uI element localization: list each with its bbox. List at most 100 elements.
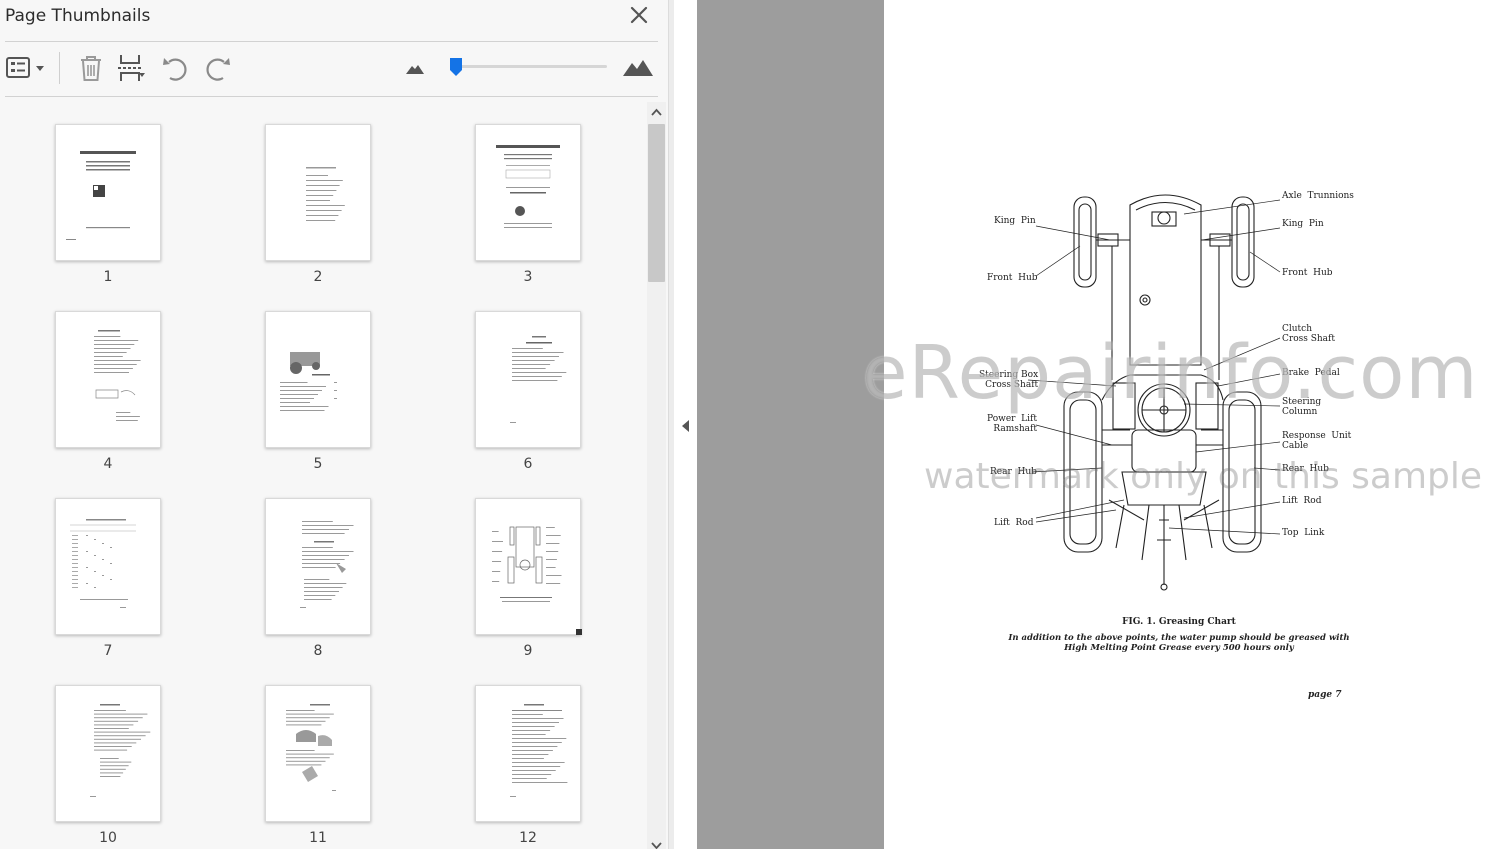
chevron-left-icon bbox=[682, 420, 689, 432]
page-thumbnail[interactable]: 6 bbox=[475, 311, 581, 472]
thumbnail-page-image[interactable] bbox=[475, 498, 581, 635]
trash-icon bbox=[81, 56, 101, 81]
thumbnail-page-number: 1 bbox=[103, 269, 113, 285]
thumbnail-page-number: 7 bbox=[103, 643, 113, 659]
thumbnail-page-image[interactable] bbox=[475, 124, 581, 261]
zoom-in-thumbnails-button[interactable] bbox=[622, 52, 654, 84]
panel-splitter[interactable] bbox=[668, 0, 674, 849]
close-panel-button[interactable] bbox=[626, 2, 652, 28]
page-thumbnail[interactable]: 8 bbox=[265, 498, 371, 659]
thumbnail-preview-graphic bbox=[496, 145, 560, 228]
figure-note: In addition to the above points, the wat… bbox=[899, 633, 1459, 653]
thumbnail-options-menu-button[interactable] bbox=[4, 52, 48, 84]
split-pages-icon bbox=[118, 55, 145, 81]
thumbnail-resize-handle[interactable] bbox=[576, 629, 582, 635]
page-thumbnail[interactable]: 10 bbox=[55, 685, 161, 846]
page-thumbnail[interactable]: 1 bbox=[55, 124, 161, 285]
thumbnail-size-slider-thumb[interactable] bbox=[449, 57, 463, 82]
page-thumbnails-panel: Page Thumbnails 1 2 3 4 5 6 7 8 9 10 11 … bbox=[0, 0, 668, 849]
page-thumbnail[interactable]: 3 bbox=[475, 124, 581, 285]
thumbnail-preview-graphic bbox=[510, 704, 568, 797]
scroll-up-icon[interactable] bbox=[651, 108, 662, 116]
close-icon bbox=[630, 6, 648, 24]
page-thumbnail[interactable]: 12 bbox=[475, 685, 581, 846]
thumbnail-page-image[interactable] bbox=[265, 498, 371, 635]
thumbnail-grid: 1 2 3 4 5 6 7 8 9 10 11 12 bbox=[0, 100, 645, 849]
page-thumbnail[interactable]: 9 bbox=[475, 498, 581, 659]
large-mountain-icon bbox=[623, 60, 653, 76]
callout-left-king-pin: King Pin bbox=[994, 216, 1036, 226]
thumbnail-page-number: 2 bbox=[313, 269, 323, 285]
split-document-button[interactable] bbox=[116, 52, 148, 84]
panel-title: Page Thumbnails bbox=[5, 6, 151, 26]
scroll-down-icon[interactable] bbox=[651, 842, 662, 849]
thumbnail-page-number: 11 bbox=[309, 830, 327, 846]
thumbnail-page-number: 6 bbox=[523, 456, 533, 472]
thumbnail-preview-graphic bbox=[94, 330, 141, 421]
thumbnail-page-number: 10 bbox=[99, 830, 117, 846]
thumbnail-page-image[interactable] bbox=[265, 685, 371, 822]
rotate-clockwise-button[interactable] bbox=[201, 52, 233, 84]
thumbnail-page-image[interactable] bbox=[265, 124, 371, 261]
tractor-greasing-chart-drawing bbox=[1027, 194, 1281, 591]
thumbnail-preview-graphic bbox=[306, 167, 345, 221]
thumbnail-preview-graphic bbox=[70, 519, 136, 608]
callout-right-front-hub: Front Hub bbox=[1282, 268, 1333, 278]
thumbnail-preview-graphic bbox=[280, 352, 337, 411]
toolbar-separator bbox=[59, 52, 60, 84]
callout-left-lift-rod: Lift Rod bbox=[994, 518, 1034, 528]
figure-note-line-1: In addition to the above points, the wat… bbox=[1008, 633, 1350, 643]
thumbnail-page-number: 12 bbox=[519, 830, 537, 846]
thumbnail-page-image[interactable] bbox=[55, 498, 161, 635]
thumbnail-preview-graphic bbox=[300, 521, 354, 608]
watermark-subtext: watermark only on this sample bbox=[924, 456, 1483, 497]
figure-caption: FIG. 1. Greasing Chart bbox=[1122, 617, 1236, 627]
thumbnail-page-number: 9 bbox=[523, 643, 533, 659]
thumbnail-page-image[interactable] bbox=[55, 685, 161, 822]
delete-pages-button[interactable] bbox=[76, 52, 106, 84]
rotate-counterclockwise-button[interactable] bbox=[160, 52, 192, 84]
list-options-icon bbox=[6, 57, 44, 78]
collapse-panel-button[interactable] bbox=[680, 419, 690, 438]
rotate-right-icon bbox=[206, 58, 230, 81]
thumbnail-page-image[interactable] bbox=[475, 311, 581, 448]
thumbnail-page-image[interactable] bbox=[265, 311, 371, 448]
callout-right-axle-trunnions: Axle Trunnions bbox=[1282, 191, 1354, 201]
thumbnail-preview-graphic bbox=[66, 151, 136, 240]
thumbnail-page-image[interactable] bbox=[55, 311, 161, 448]
thumbnail-page-number: 5 bbox=[313, 456, 323, 472]
thumbnail-preview-graphic bbox=[510, 336, 567, 423]
thumbnail-preview-graphic bbox=[492, 526, 562, 602]
callout-right-top-link: Top Link bbox=[1282, 528, 1325, 538]
callout-left-power-lift: Power Lift Ramshaft bbox=[987, 414, 1037, 434]
scrollbar-thumb[interactable] bbox=[648, 124, 665, 282]
thumbnail-page-image[interactable] bbox=[55, 124, 161, 261]
zoom-out-thumbnails-button[interactable] bbox=[404, 52, 426, 84]
thumbnail-preview-graphic bbox=[286, 704, 336, 791]
page-thumbnail[interactable]: 11 bbox=[265, 685, 371, 846]
watermark-text: eRepairinfo.com bbox=[862, 330, 1479, 416]
callout-left-front-hub: Front Hub bbox=[987, 273, 1038, 283]
document-page[interactable]: King Pin Front Hub Steering Box Cross Sh… bbox=[862, 0, 1507, 849]
slider-handle-icon bbox=[450, 58, 462, 76]
page-thumbnail[interactable]: 2 bbox=[265, 124, 371, 285]
callout-right-lift-rod: Lift Rod bbox=[1282, 496, 1322, 506]
figure-note-line-2: High Melting Point Grease every 500 hour… bbox=[1064, 643, 1294, 653]
thumbnail-page-number: 4 bbox=[103, 456, 113, 472]
thumbnail-preview-graphic bbox=[90, 704, 151, 797]
panel-divider-bottom bbox=[5, 96, 658, 97]
page-thumbnail[interactable]: 5 bbox=[265, 311, 371, 472]
page-thumbnail[interactable]: 4 bbox=[55, 311, 161, 472]
panel-divider-top bbox=[5, 41, 658, 42]
thumbnail-page-number: 8 bbox=[313, 643, 323, 659]
thumbnail-page-image[interactable] bbox=[475, 685, 581, 822]
callout-right-king-pin: King Pin bbox=[1282, 219, 1324, 229]
thumbnail-scrollbar[interactable] bbox=[647, 102, 666, 849]
document-canvas-background bbox=[697, 0, 884, 849]
page-thumbnail[interactable]: 7 bbox=[55, 498, 161, 659]
thumbnail-page-number: 3 bbox=[523, 269, 533, 285]
page-number-label: page 7 bbox=[1308, 690, 1342, 700]
rotate-left-icon bbox=[163, 58, 187, 81]
callout-right-response-unit: Response Unit Cable bbox=[1282, 431, 1352, 451]
thumbnail-size-slider-track[interactable] bbox=[450, 65, 607, 68]
